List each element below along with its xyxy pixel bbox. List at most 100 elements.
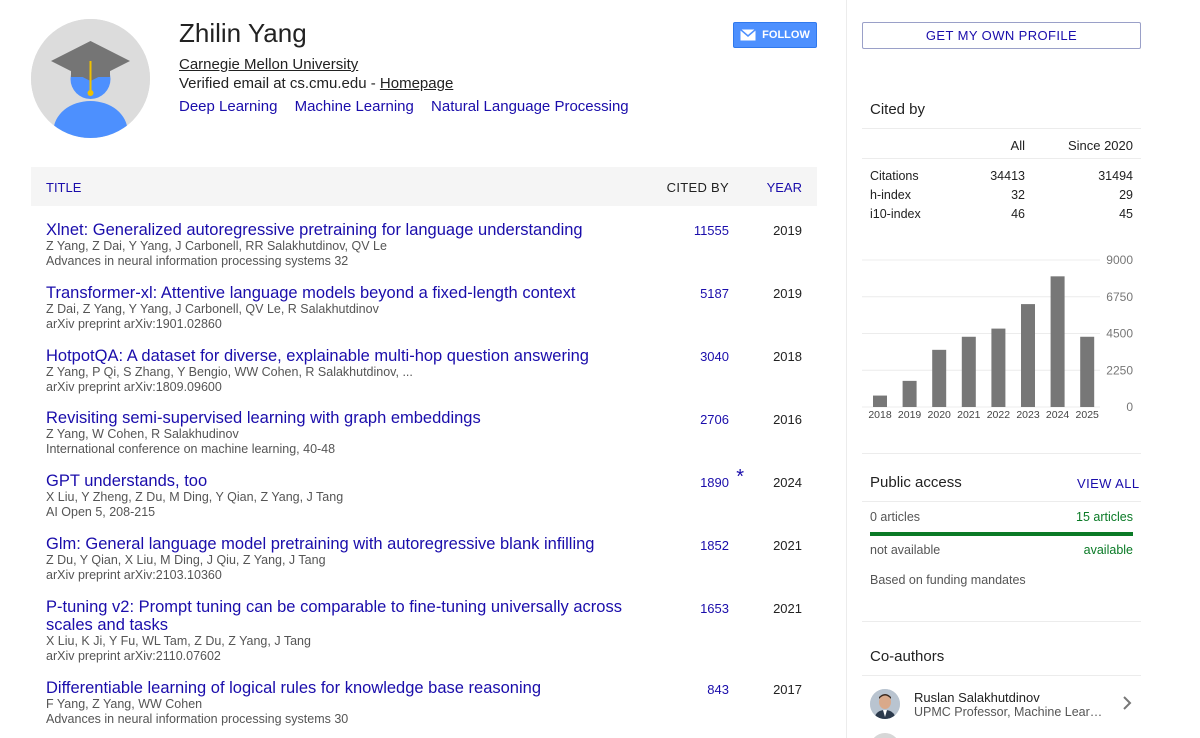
chart-bar-2024[interactable] [1050, 276, 1065, 407]
article-cited-count[interactable]: 3040 [700, 349, 729, 364]
chart-y-tick-label: 2250 [1106, 363, 1133, 377]
article-cited-count[interactable]: 1653 [700, 601, 729, 616]
article-year: 2018 [773, 349, 802, 364]
homepage-link[interactable]: Homepage [380, 75, 453, 92]
sort-year-header[interactable]: YEAR [767, 180, 802, 195]
divider [862, 453, 1141, 454]
article-authors: Z Yang, W Cohen, R Salakhudinov [46, 427, 239, 441]
article-venue: AI Open 5, 208-215 [46, 505, 156, 519]
article-title[interactable]: P-tuning v2: Prompt tuning can be compar… [46, 598, 646, 634]
stat-all-h-index: 32 [1011, 188, 1025, 202]
article-venue: arXiv preprint arXiv:2103.10360 [46, 568, 222, 582]
chevron-right-icon[interactable] [1121, 695, 1133, 711]
article-authors: X Liu, K Ji, Y Fu, WL Tam, Z Du, Z Yang,… [46, 634, 311, 648]
chart-bar-2025[interactable] [1080, 336, 1095, 407]
interest-deep-learning[interactable]: Deep Learning [179, 98, 277, 115]
article-cited-count[interactable]: 5187 [700, 286, 729, 301]
interest-machine-learning[interactable]: Machine Learning [295, 98, 414, 115]
article-authors: X Liu, Y Zheng, Z Du, M Ding, Y Qian, Z … [46, 490, 344, 504]
articles-table-header: TITLE CITED BY YEAR [31, 167, 817, 206]
divider [862, 158, 1141, 159]
article-cited-count[interactable]: 2706 [700, 412, 729, 427]
sort-cited-header[interactable]: CITED BY [667, 180, 729, 195]
coauthor-avatar[interactable] [870, 689, 900, 719]
article-cited-count[interactable]: 843 [707, 682, 729, 697]
interest-nlp[interactable]: Natural Language Processing [431, 98, 629, 115]
view-all-link[interactable]: VIEW ALL [1077, 476, 1139, 491]
article-venue: arXiv preprint arXiv:2110.07602 [46, 649, 221, 663]
article-venue: Advances in neural information processin… [46, 254, 349, 268]
chart-bar-2018[interactable] [873, 395, 887, 407]
coauthor-avatar[interactable] [870, 733, 900, 738]
article-title[interactable]: Differentiable learning of logical rules… [46, 679, 646, 697]
chart-x-tick-label: 2019 [898, 409, 922, 421]
research-interests: Deep Learning Machine Learning Natural L… [179, 98, 642, 115]
article-venue: arXiv preprint arXiv:1901.02860 [46, 317, 222, 331]
stat-all-i10-index: 46 [1011, 207, 1025, 221]
article-year: 2019 [773, 223, 802, 238]
get-own-profile-button[interactable]: GET MY OWN PROFILE [862, 22, 1141, 49]
person-photo-icon [870, 689, 900, 719]
verified-email-text: Verified email at cs.cmu.edu - [179, 75, 380, 92]
article-authors: Z Dai, Z Yang, Y Yang, J Carbonell, QV L… [46, 302, 379, 316]
chart-x-tick-label: 2022 [987, 409, 1011, 421]
available-count[interactable]: 15 articles [1040, 510, 1133, 524]
article-year: 2017 [773, 682, 802, 697]
public-access-progress-bar [870, 532, 1133, 536]
article-venue: Advances in neural information processin… [46, 712, 349, 726]
article-authors: Z Yang, Z Dai, Y Yang, J Carbonell, RR S… [46, 239, 387, 253]
stat-label-citations: Citations [870, 169, 919, 183]
chart-bar-2022[interactable] [991, 328, 1006, 407]
coauthors-title: Co-authors [870, 648, 945, 665]
profile-affiliation[interactable]: Carnegie Mellon University [179, 56, 358, 73]
article-cited-count[interactable]: 1890 [700, 475, 729, 490]
chart-bar-2021[interactable] [961, 336, 976, 407]
col-since-header: Since 2020 [1067, 138, 1133, 153]
sort-title-header[interactable]: TITLE [46, 180, 81, 195]
public-access-title: Public access [870, 474, 962, 491]
chart-y-tick-label: 4500 [1106, 327, 1133, 341]
chart-bar-2019[interactable] [902, 380, 917, 407]
stat-since-h-index: 29 [1119, 188, 1133, 202]
divider [862, 675, 1141, 676]
available-label: available [1083, 543, 1133, 557]
article-cited-count[interactable]: 1852 [700, 538, 729, 553]
article-title[interactable]: Transformer-xl: Attentive language model… [46, 284, 646, 302]
article-year: 2016 [773, 412, 802, 427]
divider [862, 501, 1141, 502]
envelope-icon [740, 29, 757, 41]
coauthor-name[interactable]: Ruslan Salakhutdinov [914, 690, 1040, 705]
chart-bar-2020[interactable] [932, 349, 947, 407]
article-cited-count[interactable]: 11555 [694, 223, 729, 238]
citations-per-year-chart: 9000 6750 4500 2250 0 2018 2019 2020 2021 2022 202… [862, 253, 1133, 421]
chart-x-tick-label: 2018 [868, 409, 892, 421]
article-year: 2021 [773, 538, 802, 553]
stat-since-citations: 31494 [1098, 169, 1133, 183]
article-title[interactable]: Xlnet: Generalized autoregressive pretra… [46, 221, 646, 239]
stat-all-citations: 34413 [990, 169, 1025, 183]
article-title[interactable]: Revisiting semi-supervised learning with… [46, 409, 646, 427]
chart-bar-2023[interactable] [1021, 304, 1035, 407]
chart-x-tick-label: 2024 [1046, 409, 1070, 421]
article-title[interactable]: HotpotQA: A dataset for diverse, explain… [46, 347, 646, 365]
chart-x-tick-label: 2021 [957, 409, 981, 421]
profile-avatar [31, 19, 150, 138]
article-authors: F Yang, Z Yang, WW Cohen [46, 697, 203, 711]
article-year: 2024 [773, 475, 802, 490]
merged-citations-star[interactable]: * [736, 466, 744, 489]
coauthor-affiliation: UPMC Professor, Machine Learning Departm… [914, 705, 1104, 719]
article-venue: International conference on machine lear… [46, 442, 336, 456]
article-authors: Z Du, Y Qian, X Liu, M Ding, J Qiu, Z Ya… [46, 553, 326, 567]
col-all-header: All [1010, 138, 1025, 153]
chart-x-tick-label: 2020 [928, 409, 952, 421]
follow-label: FOLLOW [762, 29, 810, 41]
profile-email-line: Verified email at cs.cmu.edu - Homepage [179, 75, 453, 92]
stat-label-h-index: h-index [870, 188, 911, 202]
article-title[interactable]: Glm: General language model pretraining … [46, 535, 646, 553]
article-title[interactable]: GPT understands, too [46, 472, 646, 490]
divider [862, 621, 1141, 622]
not-available-count[interactable]: 0 articles [870, 510, 920, 524]
follow-button[interactable]: FOLLOW [733, 22, 817, 48]
article-year: 2021 [773, 601, 802, 616]
cited-by-title: Cited by [870, 101, 926, 118]
